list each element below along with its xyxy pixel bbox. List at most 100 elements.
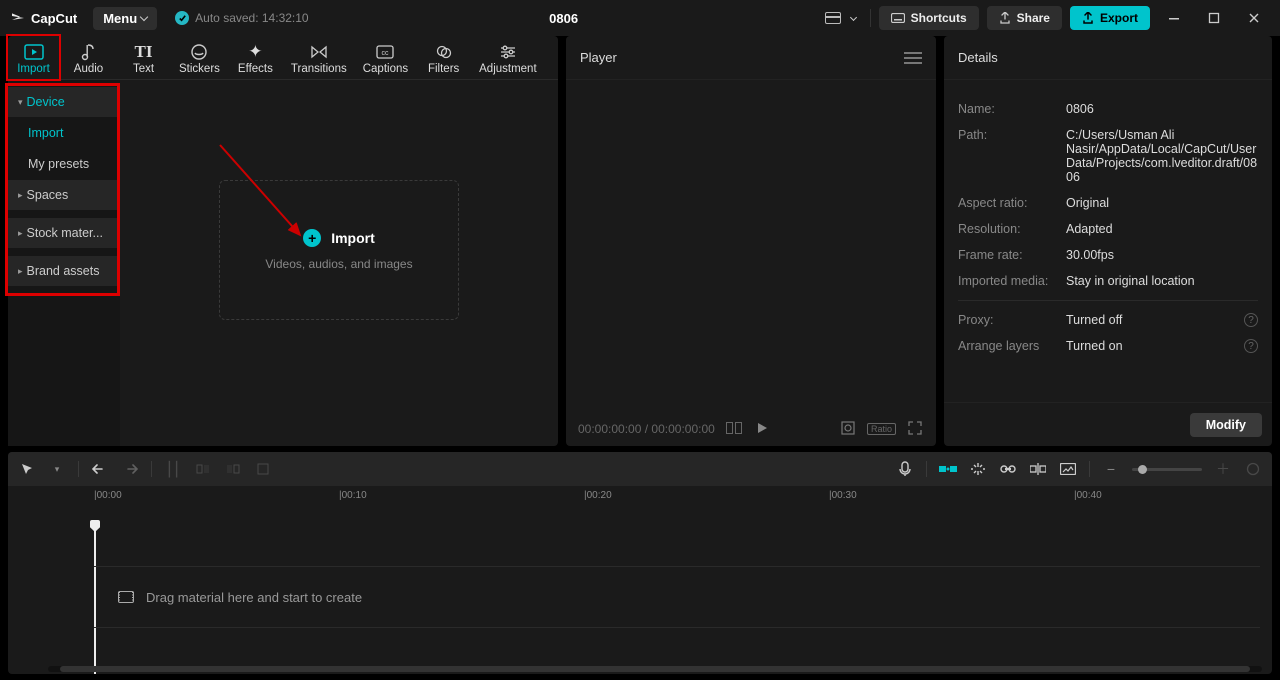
sidebar-item-spaces[interactable]: ▸Spaces — [8, 180, 117, 210]
timeline-panel: ▾ ⎮⎮ − ＋ |00:00 |00:10 — [8, 452, 1272, 674]
pointer-dropdown[interactable]: ▾ — [48, 460, 66, 478]
share-button[interactable]: Share — [987, 6, 1062, 30]
details-body: Name:0806 Path:C:/Users/Usman Ali Nasir/… — [944, 80, 1272, 402]
sidebar-item-import[interactable]: Import — [8, 118, 117, 148]
tab-label: Import — [17, 63, 50, 75]
info-icon[interactable]: ? — [1244, 339, 1258, 353]
maximize-button[interactable] — [1206, 10, 1222, 26]
divider — [926, 461, 927, 477]
shortcuts-button[interactable]: Shortcuts — [879, 6, 979, 30]
sidebar-item-stock[interactable]: ▸Stock mater... — [8, 218, 117, 248]
detail-value-aspect: Original — [1066, 196, 1258, 210]
zoom-slider[interactable] — [1132, 468, 1202, 471]
project-title[interactable]: 0806 — [309, 11, 819, 26]
sidebar-label: Import — [28, 126, 63, 140]
timeline-body[interactable]: |00:00 |00:10 |00:20 |00:30 |00:40 Drag … — [8, 486, 1272, 674]
capcut-icon — [10, 10, 26, 26]
check-icon — [175, 11, 189, 25]
export-label: Export — [1100, 11, 1138, 25]
auto-snap-button[interactable] — [969, 460, 987, 478]
captions-icon: cc — [376, 43, 394, 61]
sidebar-label: Stock mater... — [27, 226, 103, 240]
layout-button[interactable] — [819, 7, 862, 29]
timeline-scrollbar[interactable] — [48, 666, 1262, 672]
player-title: Player — [580, 50, 617, 65]
tab-label: Text — [133, 63, 154, 75]
plus-icon: + — [303, 229, 321, 247]
sidebar-item-device[interactable]: ▾Device — [8, 87, 117, 117]
minimize-button[interactable] — [1166, 10, 1182, 26]
delete-right-button[interactable] — [224, 460, 242, 478]
autosave-text: Auto saved: 14:32:10 — [195, 11, 308, 25]
player-panel: Player 00:00:00:00 / 00:00:00:00 Ratio — [566, 36, 936, 446]
player-controls: 00:00:00:00 / 00:00:00:00 Ratio — [566, 412, 936, 446]
player-menu-icon[interactable] — [904, 52, 922, 64]
time-ruler[interactable]: |00:00 |00:10 |00:20 |00:30 |00:40 — [84, 486, 1272, 508]
play-button[interactable] — [753, 422, 771, 437]
timeline-toolbar: ▾ ⎮⎮ − ＋ — [8, 452, 1272, 486]
film-icon — [118, 591, 134, 603]
import-dropzone[interactable]: + Import Videos, audios, and images — [219, 180, 459, 320]
preview-axis-button[interactable] — [1029, 460, 1047, 478]
modify-label: Modify — [1206, 418, 1246, 432]
export-button[interactable]: Export — [1070, 6, 1150, 30]
tab-text[interactable]: TI Text — [116, 36, 171, 79]
sidebar-label: Spaces — [27, 188, 69, 202]
details-footer: Modify — [944, 402, 1272, 446]
tab-adjustment[interactable]: Adjustment — [471, 36, 545, 79]
zoom-reset-icon[interactable] — [839, 421, 857, 438]
pointer-tool[interactable] — [18, 460, 36, 478]
sidebar-item-brand[interactable]: ▸ Brand assets — [8, 256, 117, 286]
tab-transitions[interactable]: Transitions — [283, 36, 355, 79]
sidebar-label: Device — [27, 95, 65, 109]
split-button[interactable]: ⎮⎮ — [164, 460, 182, 478]
tab-audio[interactable]: Audio — [61, 36, 116, 79]
divider — [958, 300, 1258, 301]
detail-key-imported: Imported media: — [958, 274, 1058, 288]
tab-filters[interactable]: Filters — [416, 36, 471, 79]
share-icon — [999, 12, 1011, 24]
autosave-status: Auto saved: 14:32:10 — [175, 11, 308, 25]
divider — [78, 461, 79, 477]
media-tabs: Import Audio TI Text Stickers ✦ Effects … — [8, 36, 558, 80]
zoom-out-button[interactable]: − — [1102, 460, 1120, 478]
info-icon[interactable]: ? — [1244, 313, 1258, 327]
tab-stickers[interactable]: Stickers — [171, 36, 228, 79]
tab-captions[interactable]: cc Captions — [355, 36, 416, 79]
sidebar-item-presets[interactable]: My presets — [8, 149, 117, 179]
app-logo: CapCut — [10, 10, 77, 26]
detail-key-layers: Arrange layers — [958, 339, 1058, 353]
main-track-magnet-button[interactable] — [939, 460, 957, 478]
transitions-icon — [310, 43, 328, 61]
record-audio-button[interactable] — [896, 460, 914, 478]
close-button[interactable] — [1246, 10, 1262, 26]
tick-label: 00:30 — [832, 490, 857, 501]
delete-left-button[interactable] — [194, 460, 212, 478]
media-body: ▾Device Import My presets ▸Spaces ▸Stock… — [8, 80, 558, 446]
redo-button[interactable] — [121, 460, 139, 478]
sidebar-label: Brand assets — [27, 264, 100, 278]
tab-effects[interactable]: ✦ Effects — [228, 36, 283, 79]
chevron-down-icon — [850, 13, 857, 20]
menu-button[interactable]: Menu — [93, 7, 157, 30]
undo-button[interactable] — [91, 460, 109, 478]
sidebar-label: My presets — [28, 157, 89, 171]
tab-import[interactable]: Import — [6, 34, 61, 81]
chevron-right-icon: ▸ — [18, 266, 23, 277]
fullscreen-icon[interactable] — [906, 421, 924, 438]
zoom-fit-button[interactable] — [1244, 460, 1262, 478]
keyboard-icon — [891, 13, 905, 23]
tick-label: 00:20 — [587, 490, 612, 501]
track-placeholder[interactable]: Drag material here and start to create — [94, 566, 1260, 628]
tab-label: Transitions — [291, 63, 347, 75]
zoom-in-button[interactable]: ＋ — [1214, 460, 1232, 478]
export-icon — [1082, 12, 1094, 24]
cover-button[interactable] — [1059, 460, 1077, 478]
crop-button[interactable] — [254, 460, 272, 478]
modify-button[interactable]: Modify — [1190, 413, 1262, 437]
tick-label: 00:40 — [1077, 490, 1102, 501]
import-label: Import — [331, 230, 375, 246]
compare-icon[interactable] — [725, 422, 743, 437]
ratio-button[interactable]: Ratio — [867, 423, 896, 435]
linkage-button[interactable] — [999, 460, 1017, 478]
